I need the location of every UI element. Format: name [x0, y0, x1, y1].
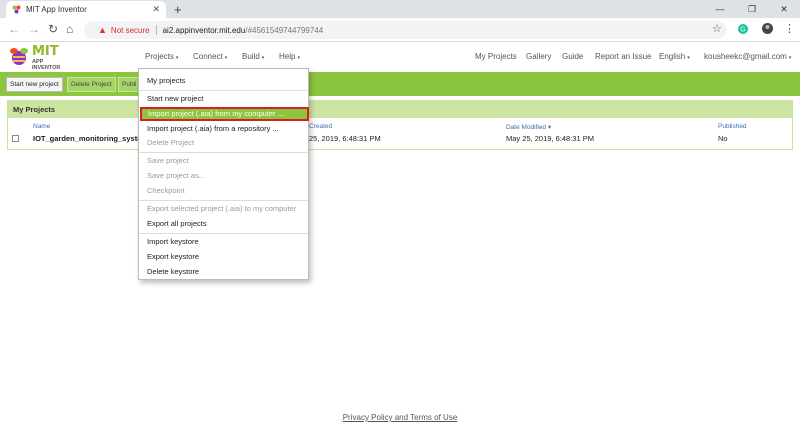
grammarly-extension-icon[interactable]: G — [738, 24, 748, 37]
privacy-policy-link[interactable]: Privacy Policy and Terms of Use — [0, 413, 800, 422]
column-date-modified[interactable]: Date Modified ▾ — [506, 123, 551, 131]
panel-title: My Projects — [8, 101, 792, 118]
menu-item-save-project: Save project — [147, 156, 189, 165]
caret-down-icon: ▾ — [788, 55, 792, 61]
tab-title: MIT App Inventor — [26, 5, 87, 14]
menu-item-import-keystore[interactable]: Import keystore — [139, 235, 308, 249]
project-modified: May 25, 2019, 6:48:31 PM — [506, 134, 594, 143]
browser-toolbar: ← → ↻ ⌂ ▲ Not secure ai2.appinventor.mit… — [0, 18, 800, 42]
logo-mit-text: MIT — [32, 44, 59, 59]
caret-down-icon: ▾ — [175, 55, 179, 61]
caret-down-icon: ▾ — [687, 55, 690, 61]
menu-item-import-from-computer[interactable]: Import project (.aia) from my computer .… — [140, 107, 309, 121]
delete-project-button[interactable]: Delete Project — [67, 77, 116, 92]
menu-item-export-selected: Export selected project (.aia) to my com… — [147, 204, 297, 213]
close-tab-icon[interactable]: ✕ — [152, 4, 160, 15]
url-text: ai2.appinventor.mit.edu/#456154974479974… — [163, 26, 324, 35]
url-path: /#4561549744799744 — [245, 25, 324, 35]
project-name[interactable]: IOT_garden_monitoring_system — [33, 134, 148, 143]
menu-item-export-keystore[interactable]: Export keystore — [139, 250, 308, 264]
account-dropdown[interactable]: kousheekc@gmail.com ▾ — [704, 52, 791, 61]
link-my-projects[interactable]: My Projects — [475, 52, 517, 61]
window-controls: — ❐ ✕ — [704, 0, 800, 18]
column-created[interactable]: Created — [309, 123, 332, 130]
warning-icon: ▲ — [98, 25, 107, 35]
bookmark-star-icon[interactable]: ☆ — [712, 22, 722, 35]
security-label: Not secure — [110, 25, 150, 35]
menu-item-import-from-repository[interactable]: Import project (.aia) from a repository … — [139, 122, 308, 136]
project-toolbar: Start new project Delete Project Publi — [0, 72, 800, 96]
menu-projects-label: Projects — [145, 52, 174, 61]
row-checkbox[interactable] — [12, 135, 19, 142]
minimize-icon[interactable]: — — [704, 0, 736, 18]
menu-item-my-projects[interactable]: My projects — [139, 74, 308, 88]
account-email: kousheekc@gmail.com — [704, 52, 787, 61]
projects-dropdown-menu: My projects Start new project Import pro… — [138, 68, 309, 280]
project-published: No — [718, 134, 728, 143]
browser-menu-icon[interactable]: ⋮ — [784, 22, 795, 35]
projects-panel: My Projects Name Created Date Modified ▾… — [7, 100, 793, 150]
menu-connect-label: Connect — [193, 52, 223, 61]
menu-separator — [139, 152, 308, 153]
link-guide[interactable]: Guide — [562, 52, 583, 61]
column-published[interactable]: Published — [718, 123, 747, 130]
link-report-issue[interactable]: Report an Issue — [595, 52, 651, 61]
menu-item-export-all[interactable]: Export all projects — [139, 217, 308, 231]
language-dropdown[interactable]: English ▾ — [659, 52, 690, 61]
link-gallery[interactable]: Gallery — [526, 52, 551, 61]
menu-item-save-project-as: Save project as... — [147, 171, 205, 180]
svg-text:G: G — [740, 27, 745, 34]
home-icon[interactable]: ⌂ — [66, 22, 73, 36]
menu-separator — [139, 90, 308, 91]
caret-down-icon: ▾ — [224, 55, 228, 61]
menu-item-start-new-project[interactable]: Start new project — [139, 92, 308, 106]
menu-help-label: Help — [279, 52, 296, 61]
url-host: ai2.appinventor.mit.edu — [162, 25, 246, 35]
forward-icon[interactable]: → — [28, 22, 40, 36]
menu-item-delete-project: Delete Project — [147, 138, 195, 147]
start-new-project-button[interactable]: Start new project — [6, 77, 63, 92]
menu-build-label: Build — [242, 52, 260, 61]
caret-down-icon: ▾ — [297, 55, 300, 61]
app-header: MIT APP INVENTOR Projects ▾ Connect ▾ Buil… — [0, 42, 800, 72]
menu-help[interactable]: Help ▾ — [279, 52, 300, 61]
url-divider — [155, 25, 157, 35]
project-created: 25, 2019, 6:48:31 PM — [309, 134, 381, 143]
menu-build[interactable]: Build ▾ — [242, 52, 264, 61]
reload-icon[interactable]: ↻ — [48, 22, 58, 36]
menu-projects[interactable]: Projects ▾ — [145, 52, 178, 61]
profile-avatar[interactable] — [762, 23, 773, 37]
menu-item-delete-keystore[interactable]: Delete keystore — [139, 265, 308, 279]
menu-connect[interactable]: Connect ▾ — [193, 52, 227, 61]
restore-icon[interactable]: ❐ — [736, 0, 768, 18]
browser-tab-strip: MIT App Inventor ✕ + — ❐ ✕ — [0, 0, 800, 18]
url-bar[interactable]: ▲ Not secure ai2.appinventor.mit.edu/#45… — [84, 21, 726, 39]
logo-bee-icon — [10, 48, 28, 65]
close-window-icon[interactable]: ✕ — [768, 0, 800, 18]
caret-down-icon: ▾ — [261, 55, 265, 61]
menu-item-checkpoint: Checkpoint — [147, 186, 185, 195]
logo-subtitle: APP INVENTOR — [32, 59, 61, 71]
menu-separator — [139, 200, 308, 201]
language-label: English — [659, 52, 686, 61]
app-inventor-logo[interactable]: MIT APP INVENTOR — [8, 44, 68, 71]
column-name[interactable]: Name — [33, 123, 50, 130]
app-inventor-favicon-icon — [12, 5, 21, 14]
back-icon[interactable]: ← — [8, 22, 20, 36]
browser-tab[interactable]: MIT App Inventor ✕ — [6, 1, 166, 18]
new-tab-button[interactable]: + — [174, 2, 182, 17]
menu-separator — [139, 233, 308, 234]
